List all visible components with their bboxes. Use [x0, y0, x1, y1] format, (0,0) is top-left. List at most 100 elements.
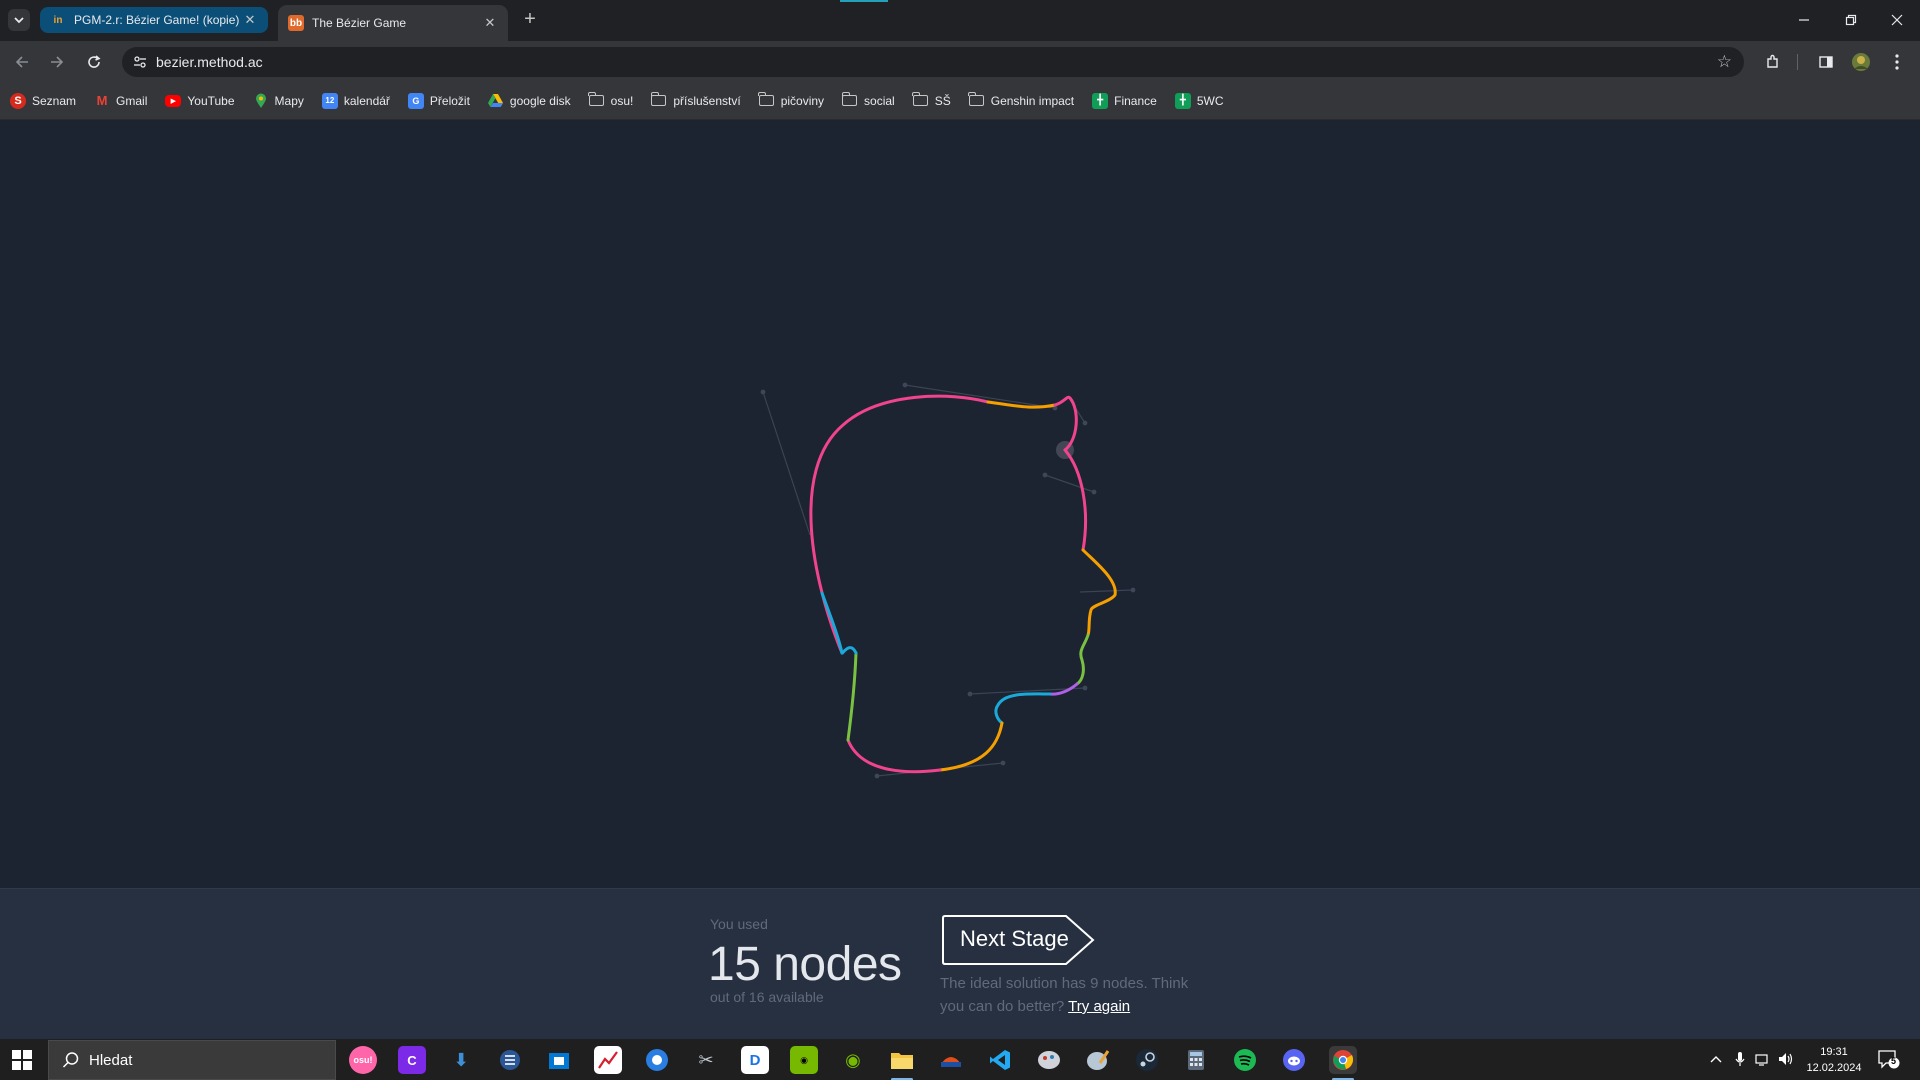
dictionary-icon[interactable]: D — [741, 1046, 769, 1074]
search-icon — [62, 1052, 79, 1068]
url-text: bezier.method.ac — [156, 54, 263, 70]
close-icon[interactable]: ✕ — [242, 12, 258, 28]
next-stage-button[interactable]: Next Stage — [940, 914, 1098, 966]
tray-overflow-chevron-icon[interactable] — [1707, 1050, 1725, 1068]
try-again-link[interactable]: Try again — [1068, 998, 1130, 1015]
bookmark-folder-genshin[interactable]: Genshin impact — [968, 92, 1074, 108]
restore-icon[interactable] — [1839, 8, 1863, 32]
close-icon[interactable]: ✕ — [482, 15, 498, 31]
site-info-icon[interactable] — [132, 54, 148, 70]
path-segment-neck-back — [846, 651, 858, 742]
bookmark-kalendar[interactable]: 12 kalendář — [321, 92, 390, 109]
infinity-favicon-icon: in — [53, 14, 63, 26]
bookmark-prelozit[interactable]: G Přeložit — [407, 92, 470, 109]
extensions-icon[interactable] — [1762, 51, 1784, 73]
bookmark-finance[interactable]: ╋ Finance — [1092, 92, 1157, 109]
discord-icon[interactable] — [1280, 1046, 1308, 1074]
control-points[interactable] — [760, 382, 1136, 779]
bookmark-folder-social[interactable]: social — [841, 92, 895, 108]
bookmark-label: Finance — [1114, 93, 1157, 108]
reload-icon[interactable] — [83, 51, 105, 73]
bookmarks-bar: S Seznam M Gmail ▶ YouTube Mapy 12 kalen… — [0, 82, 1920, 120]
browser-titlebar: in PGM-2.r: Bézier Game! (kopie) ✕ bb Th… — [0, 0, 1920, 41]
chromium-icon[interactable] — [643, 1046, 671, 1074]
bookmark-youtube[interactable]: ▶ YouTube — [165, 94, 235, 108]
tab-bezier-game[interactable]: bb The Bézier Game ✕ — [278, 5, 508, 41]
game-canvas[interactable] — [0, 120, 1920, 888]
bookmark-google-disk[interactable]: google disk — [488, 93, 571, 109]
gmail-icon: M — [96, 93, 108, 108]
bookmark-seznam[interactable]: S Seznam — [10, 92, 77, 109]
calculator-icon[interactable] — [1182, 1046, 1210, 1074]
tab-pgm-bezier[interactable]: in PGM-2.r: Bézier Game! (kopie) ✕ — [40, 7, 268, 33]
nodes-count: 15 nodes — [708, 938, 902, 991]
search-placeholder: Hledat — [89, 1051, 133, 1069]
bookmark-label: Seznam — [32, 93, 77, 108]
tab-search-button[interactable] — [8, 9, 30, 31]
nvidia-icon[interactable]: ◉ — [790, 1046, 818, 1074]
path-segment-lips — [1075, 633, 1090, 686]
next-stage-label: Next Stage — [960, 926, 1069, 951]
path-segment-neck-front — [938, 721, 1004, 772]
windows-taskbar: Hledat osu! C ⬇ ✂ D ◉ ◉ 19:31 12.02.2024… — [0, 1039, 1920, 1080]
minimize-icon[interactable] — [1792, 8, 1816, 32]
osu-icon[interactable]: osu! — [349, 1046, 377, 1074]
image-editor-icon[interactable] — [1035, 1046, 1063, 1074]
notification-center-icon[interactable]: 5 — [1878, 1049, 1900, 1069]
youtube-icon: ▶ — [165, 94, 182, 107]
bookmark-folder-picoviny[interactable]: pičoviny — [758, 92, 824, 108]
bezier-drawing[interactable] — [0, 120, 1920, 888]
bookmark-folder-osu[interactable]: osu! — [588, 92, 634, 108]
close-window-icon[interactable] — [1885, 8, 1909, 32]
seznam-icon: S — [10, 92, 26, 109]
microphone-icon[interactable] — [1731, 1050, 1749, 1068]
clock-time: 19:31 — [1820, 1046, 1848, 1058]
bookmark-label: Gmail — [116, 93, 148, 108]
new-tab-button[interactable]: + — [520, 9, 540, 30]
folder-icon — [758, 92, 774, 106]
translate-icon: G — [407, 92, 424, 109]
folder-icon — [650, 92, 667, 106]
windows-store-icon[interactable] — [545, 1046, 573, 1074]
profile-avatar[interactable] — [1850, 51, 1872, 73]
menu-kebab-icon[interactable] — [1886, 51, 1908, 73]
address-bar[interactable]: bezier.method.ac ☆ — [122, 47, 1744, 77]
bookmark-label: social — [864, 93, 895, 108]
taskbar-search[interactable]: Hledat — [48, 1040, 336, 1080]
bookmark-label: 5WC — [1196, 93, 1224, 108]
stocks-icon[interactable] — [594, 1046, 622, 1074]
snipping-tool-icon[interactable]: ✂ — [692, 1046, 720, 1074]
canva-icon[interactable]: C — [398, 1046, 426, 1074]
bookmark-folder-prislusenstvi[interactable]: příslušenství — [650, 92, 741, 108]
bookmark-folder-ss[interactable]: SŠ — [912, 92, 951, 108]
paint-icon[interactable] — [1084, 1046, 1112, 1074]
system-clock[interactable]: 19:31 12.02.2024 — [1800, 1044, 1868, 1076]
bookmark-gmail[interactable]: M Gmail — [94, 93, 148, 109]
back-arrow-icon[interactable] — [11, 51, 33, 73]
office-icon[interactable] — [937, 1046, 965, 1074]
bookmark-label: příslušenství — [673, 93, 741, 108]
vscode-icon[interactable] — [986, 1046, 1014, 1074]
tasks-icon[interactable] — [496, 1046, 524, 1074]
tab-title: The Bézier Game — [312, 16, 407, 30]
forward-arrow-icon[interactable] — [46, 51, 68, 73]
folder-icon — [841, 92, 858, 106]
side-panel-icon[interactable] — [1815, 51, 1837, 73]
bookmark-label: SŠ — [934, 93, 951, 108]
chevron-down-icon — [14, 16, 24, 23]
folder-icon — [588, 92, 604, 106]
steam-icon[interactable] — [1133, 1046, 1161, 1074]
network-icon[interactable] — [1754, 1050, 1772, 1068]
file-explorer-icon[interactable] — [888, 1046, 916, 1080]
bookmark-5wc[interactable]: ╋ 5WC — [1174, 92, 1224, 109]
windows-start-icon[interactable] — [12, 1050, 32, 1070]
window-accent-line — [840, 0, 888, 2]
nvidia-broadcast-icon[interactable]: ◉ — [839, 1046, 867, 1074]
volume-icon[interactable] — [1777, 1050, 1795, 1068]
bookmark-label: osu! — [610, 93, 634, 108]
bookmark-mapy[interactable]: Mapy — [253, 93, 304, 109]
download-icon[interactable]: ⬇ — [447, 1046, 475, 1074]
spotify-icon[interactable] — [1231, 1046, 1259, 1074]
bookmark-star-icon[interactable]: ☆ — [1717, 52, 1732, 72]
chrome-icon[interactable] — [1329, 1046, 1357, 1080]
